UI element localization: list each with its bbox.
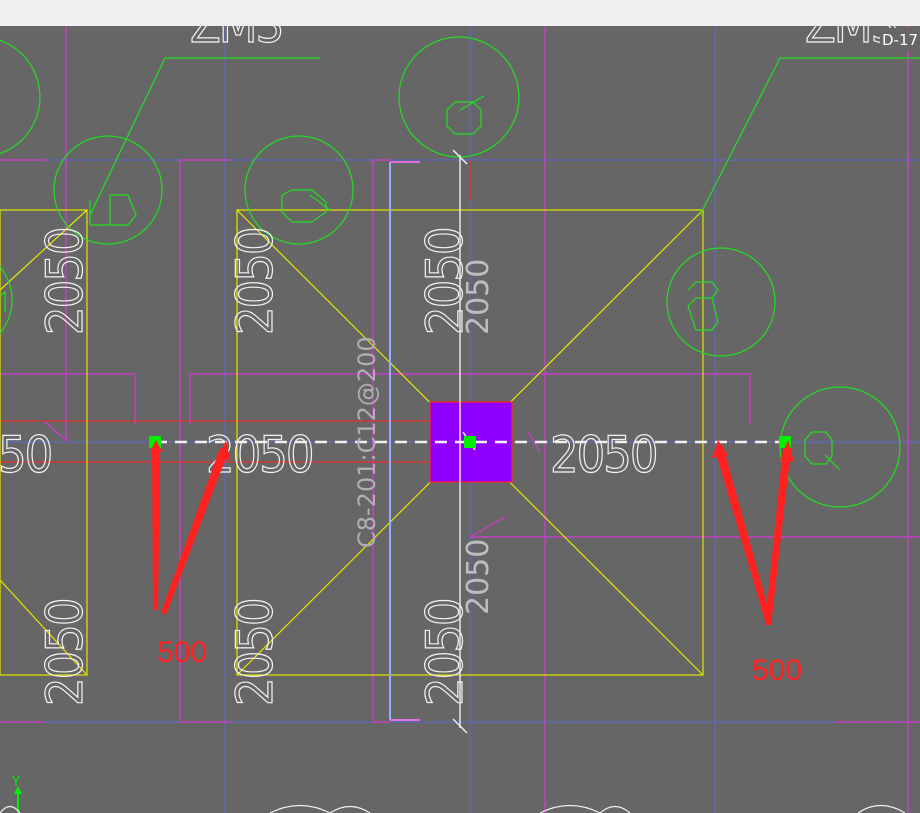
glyph-stroke [459, 95, 485, 111]
annotation-left: 500 [157, 636, 207, 669]
arrow-right-1 [715, 446, 772, 624]
corner-tag: D-17 [882, 31, 918, 49]
arrow-left-2 [161, 448, 228, 615]
axis-bubble [779, 386, 901, 508]
axis-bubble [0, 39, 41, 155]
cad-drawing-canvas[interactable]: ZM3 ZM3 D-17 2050 2050 2050 2050 2050 20… [0, 26, 920, 813]
axis-bubble [0, 265, 13, 335]
axis-bubble [53, 135, 163, 245]
bottom-partial-text [0, 804, 906, 813]
grip-center[interactable] [464, 436, 476, 448]
dim-label-horizontal-left: 50 [0, 426, 51, 484]
top-toolbar-strip [0, 0, 920, 26]
cad-drawing[interactable]: ZM3 ZM3 D-17 2050 2050 2050 2050 2050 20… [0, 26, 920, 813]
rebar-label: C8-201:C12@200 [353, 336, 381, 548]
dim-label-left-top: 2050 [36, 229, 94, 335]
dim-label-center-left-top: 2050 [226, 229, 284, 335]
ucs-axis-label: Y [11, 775, 20, 790]
dim-label-center-bottom-gray: 2050 [461, 539, 496, 615]
dim-label-center-top-gray: 2050 [461, 259, 496, 335]
partial-glyph-left [0, 290, 6, 312]
octagon-glyph [446, 101, 482, 135]
axis-bubble [398, 36, 520, 158]
dim-label-left-bottom: 2050 [36, 600, 94, 706]
axis-bubble [666, 247, 776, 357]
annotation-right: 500 [752, 654, 802, 687]
member-label-top-left: ZM3 [190, 26, 282, 54]
octagon-glyph-right [804, 431, 841, 471]
leader-lines [89, 57, 920, 216]
dim-label-center-left-bottom: 2050 [226, 600, 284, 706]
arrow-left-1 [152, 450, 160, 610]
numeral-9-glyph [281, 189, 331, 223]
dim-label-horizontal-right: 2050 [550, 426, 656, 484]
